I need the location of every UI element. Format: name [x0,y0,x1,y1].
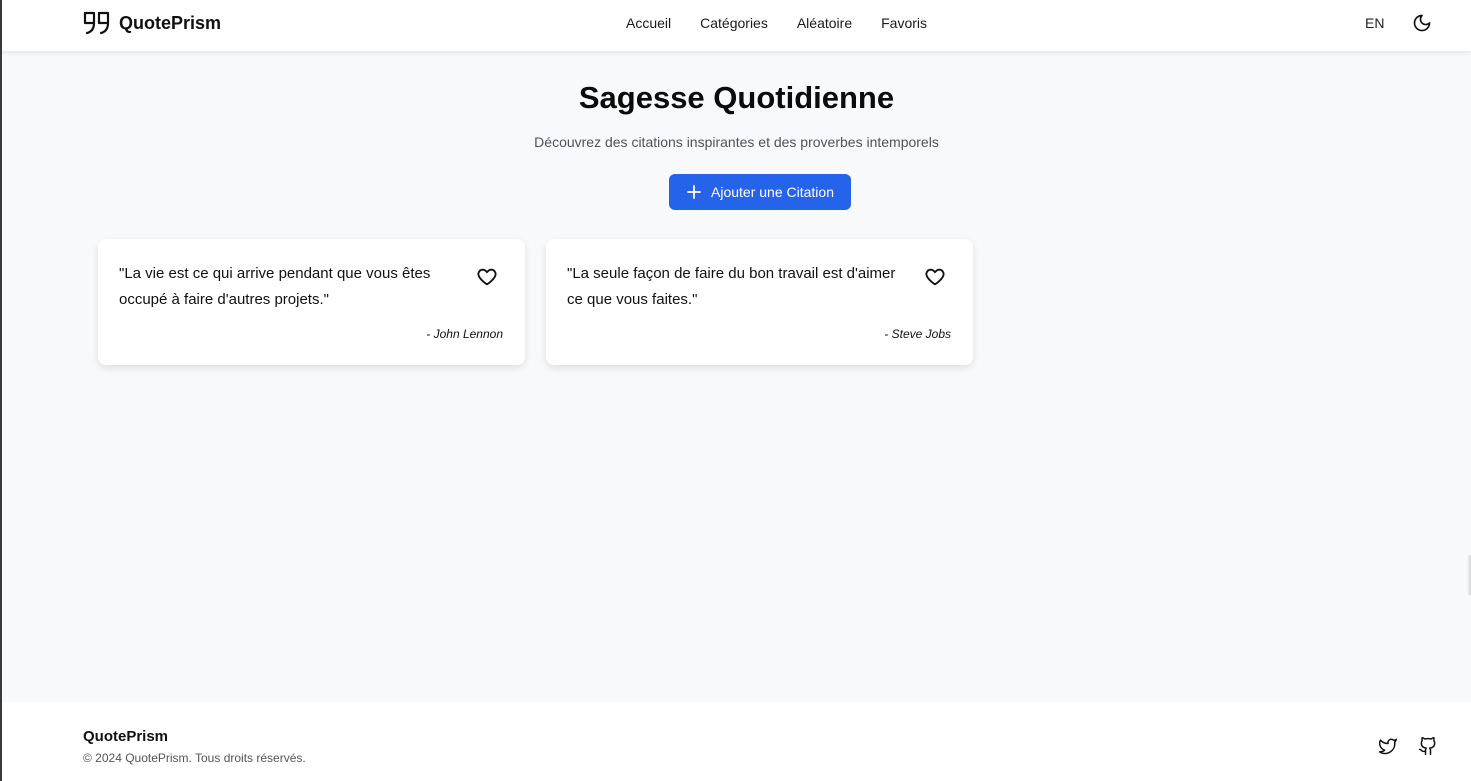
twitter-icon [1378,738,1398,755]
scroll-edge-indicator [1467,555,1471,595]
page-subtitle: Découvrez des citations inspirantes et d… [534,134,939,150]
quote-text: "La seule façon de faire du bon travail … [567,265,896,308]
heart-icon [925,268,945,286]
moon-icon [1413,14,1431,32]
nav-link-categories[interactable]: Catégories [700,14,768,32]
github-icon [1418,736,1436,756]
page-footer: QuotePrism © 2024 QuotePrism. Tous droit… [2,702,1471,781]
favorite-button[interactable] [476,266,498,288]
add-quote-button[interactable]: Ajouter une Citation [669,174,851,210]
plus-icon [687,185,701,199]
quote-author: - Steve Jobs [884,327,951,341]
quote-author: - John Lennon [426,327,503,341]
quote-text: "La vie est ce qui arrive pendant que vo… [119,265,431,308]
heart-icon [477,268,497,286]
page-title: Sagesse Quotidienne [578,80,895,115]
brand-name: QuotePrism [119,12,222,33]
theme-toggle-button[interactable] [1412,13,1432,33]
brand-logo[interactable]: QuotePrism [83,10,221,36]
language-toggle[interactable]: EN [1365,15,1384,31]
quote-card: "La seule façon de faire du bon travail … [546,239,973,365]
github-link[interactable] [1418,736,1438,756]
main-nav: Accueil Catégories Aléatoire Favoris [626,14,927,32]
favorite-button[interactable] [924,266,946,288]
nav-link-favoris[interactable]: Favoris [881,14,927,32]
nav-link-accueil[interactable]: Accueil [626,14,671,32]
quote-icon [83,11,110,35]
add-quote-label: Ajouter une Citation [711,184,834,200]
app-window: QuotePrism Accueil Catégories Aléatoire … [0,0,1471,781]
footer-copyright: © 2024 QuotePrism. Tous droits réservés. [83,751,306,765]
nav-link-aleatoire[interactable]: Aléatoire [797,14,852,32]
top-navbar: QuotePrism Accueil Catégories Aléatoire … [2,0,1471,51]
quote-card: "La vie est ce qui arrive pendant que vo… [98,239,525,365]
twitter-link[interactable] [1378,736,1398,756]
footer-brand: QuotePrism [83,728,169,745]
